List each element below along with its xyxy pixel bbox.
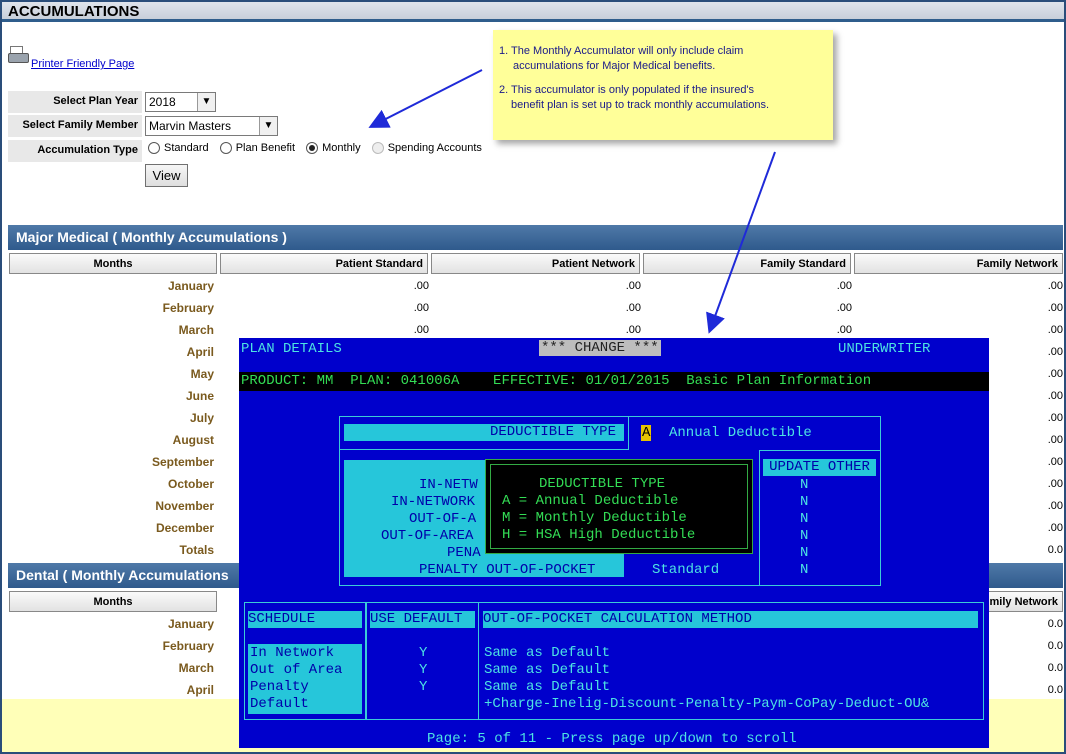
arrow-to-terminal <box>706 151 776 334</box>
annotation-arrows <box>368 69 776 334</box>
arrow-to-radio <box>368 69 483 128</box>
